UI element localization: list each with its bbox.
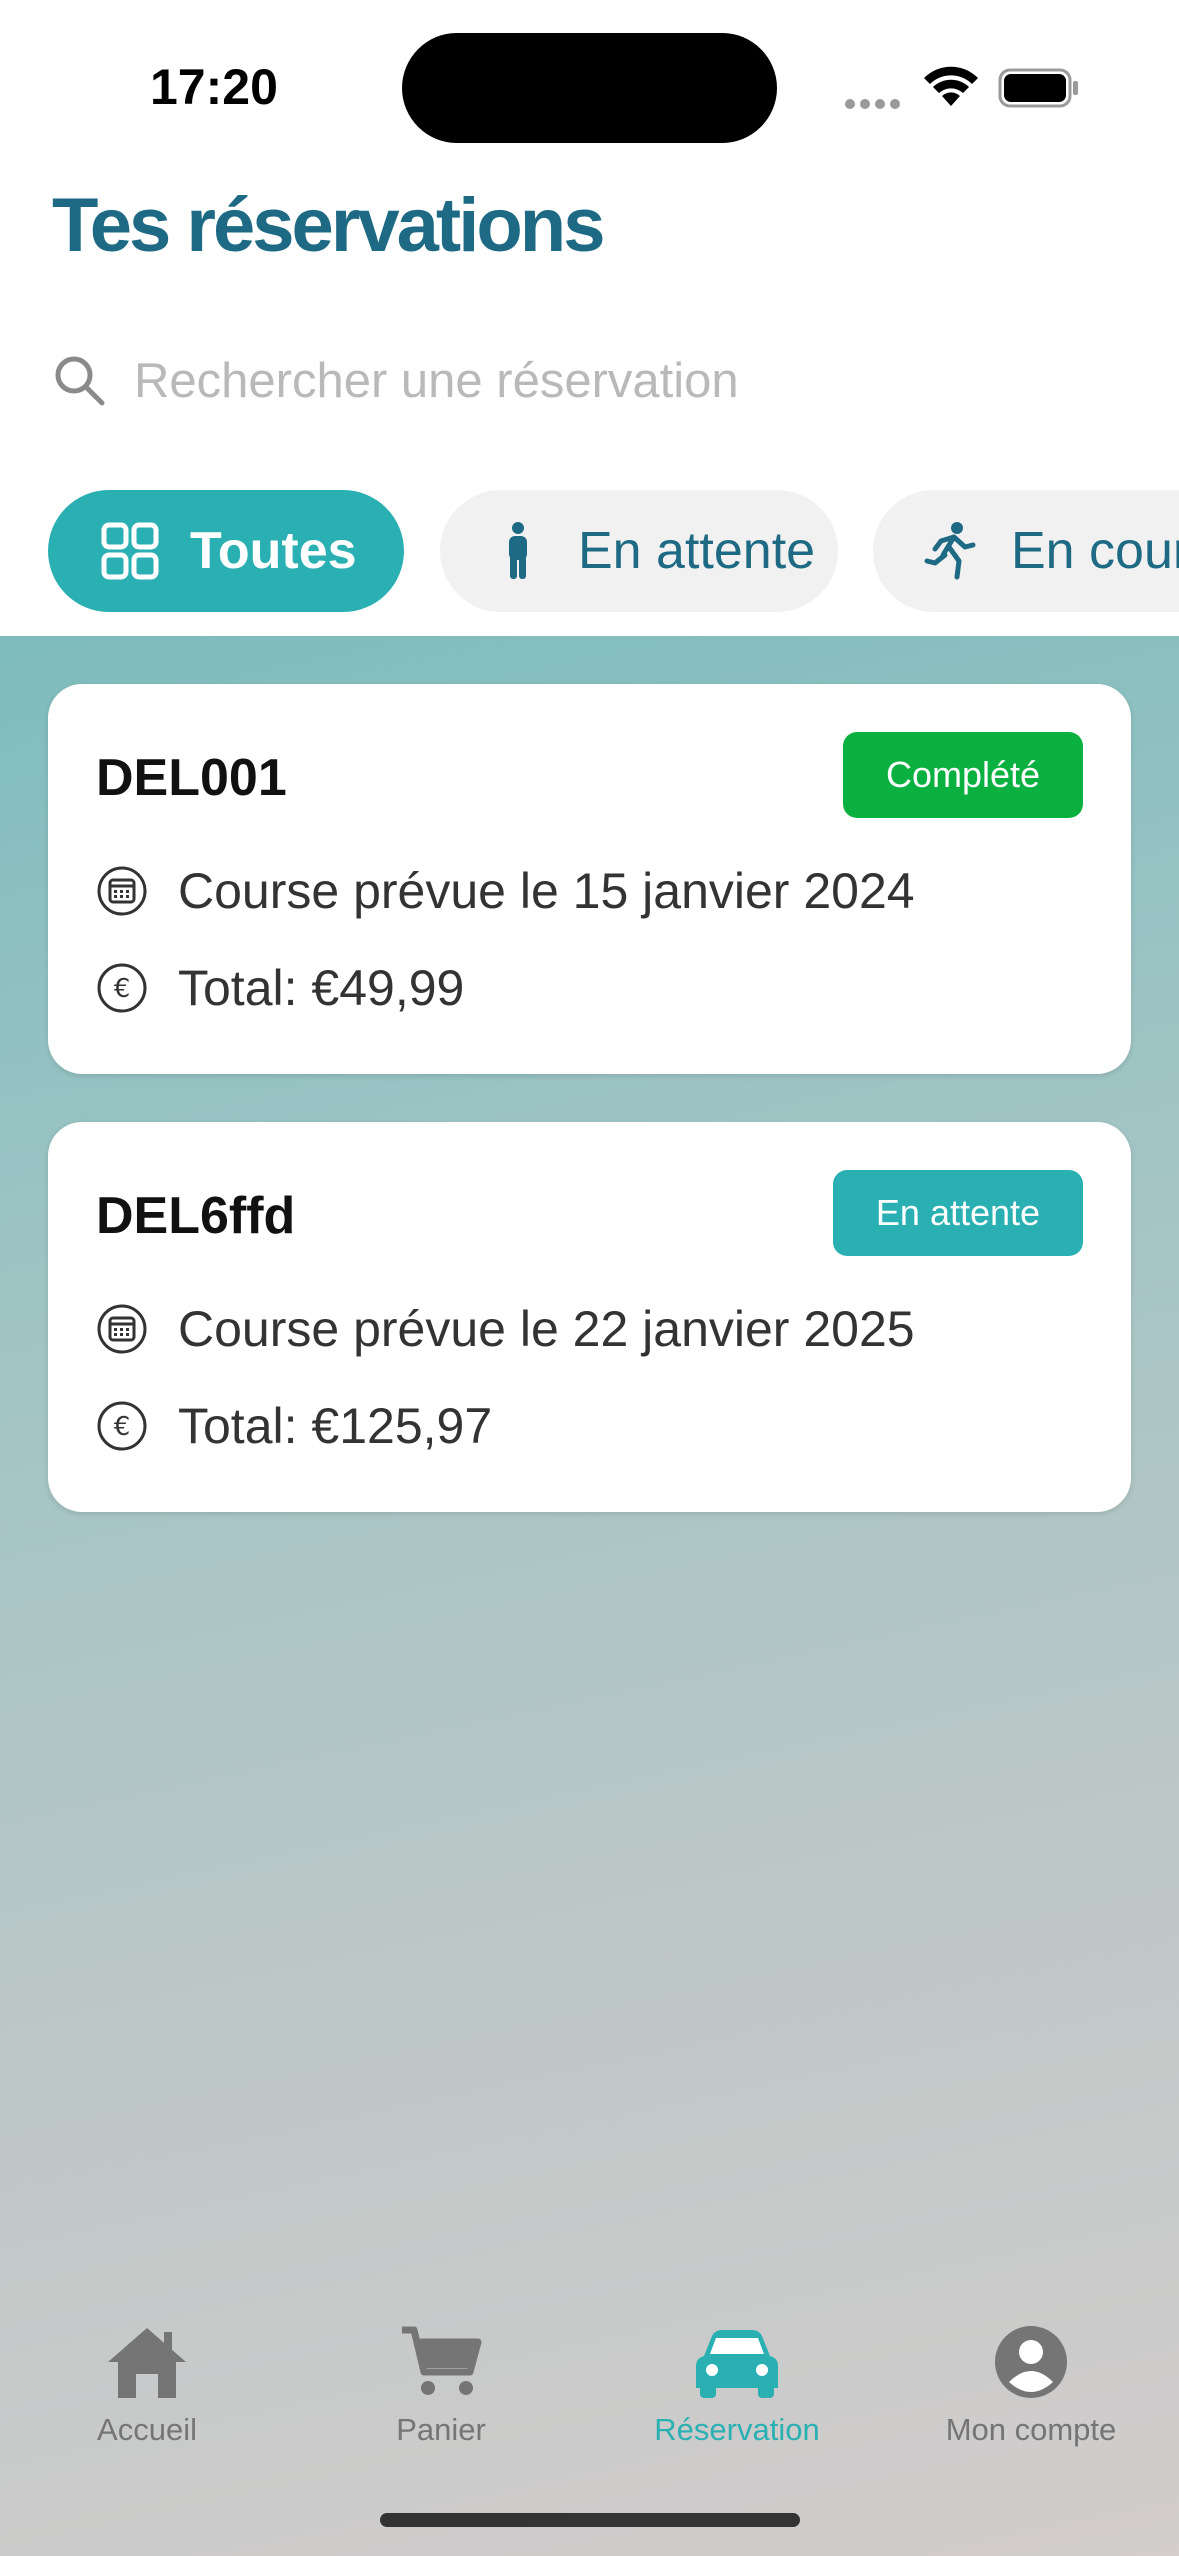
calendar-icon — [97, 1304, 147, 1354]
status-time: 17:20 — [150, 59, 278, 115]
status-bar: 17:20 — [0, 0, 1179, 170]
reservation-total: Total: €49,99 — [178, 960, 465, 1016]
filter-chip-label: En attente — [578, 522, 816, 580]
euro-icon: € — [97, 1401, 147, 1451]
reservation-id: DEL6ffd — [96, 1187, 296, 1245]
wifi-icon — [924, 66, 978, 106]
search-icon — [55, 356, 105, 406]
cart-icon — [402, 2326, 482, 2395]
filter-chip-all[interactable]: Toutes — [48, 490, 404, 612]
filter-chip-label: En cours — [1011, 522, 1179, 580]
tab-bar: Accueil Panier Réservation Mon compte — [0, 2300, 1179, 2500]
reservation-date-row: Course prévue le 22 janvier 2025 — [96, 1300, 915, 1358]
reservation-card[interactable]: DEL6ffd En attente Course prévue le 22 j… — [48, 1122, 1131, 1512]
reservations-list: DEL001 Complété Course prévue le 15 janv… — [0, 636, 1179, 2556]
person-standing-icon — [509, 522, 527, 579]
battery-icon — [998, 68, 1078, 108]
reservation-id: DEL001 — [96, 749, 287, 807]
tab-label: Mon compte — [945, 2412, 1117, 2447]
euro-icon: € — [97, 963, 147, 1013]
car-icon — [696, 2330, 778, 2398]
reservation-total-row: € Total: €49,99 — [96, 959, 464, 1017]
tab-account[interactable]: Mon compte — [886, 2322, 1176, 2448]
svg-text:€: € — [114, 1412, 131, 1442]
person-running-icon — [924, 522, 976, 580]
tab-reservation[interactable]: Réservation — [592, 2322, 882, 2448]
search-input[interactable] — [132, 345, 1116, 417]
svg-text:€: € — [114, 974, 131, 1004]
tab-label: Panier — [396, 2412, 486, 2447]
reservation-card[interactable]: DEL001 Complété Course prévue le 15 janv… — [48, 684, 1131, 1074]
reservation-date: Course prévue le 15 janvier 2024 — [178, 863, 915, 919]
reservation-total: Total: €125,97 — [178, 1398, 493, 1454]
status-badge: En attente — [833, 1170, 1083, 1256]
grid-icon — [101, 522, 159, 580]
reservation-date: Course prévue le 22 janvier 2025 — [178, 1301, 915, 1357]
reservation-date-row: Course prévue le 15 janvier 2024 — [96, 862, 915, 920]
tab-label: Accueil — [97, 2412, 197, 2447]
signal-icon — [845, 96, 905, 114]
filter-chips: Toutes En attente En cours — [0, 490, 1179, 614]
page-title: Tes réservations — [52, 183, 605, 268]
calendar-icon — [97, 866, 147, 916]
filter-chip-label: Toutes — [190, 522, 357, 580]
home-icon — [108, 2328, 186, 2398]
search-bar[interactable] — [52, 345, 1132, 417]
dynamic-island — [402, 33, 777, 143]
filter-chip-waiting[interactable]: En attente — [440, 490, 838, 612]
account-icon — [995, 2326, 1067, 2398]
tab-label: Réservation — [654, 2412, 820, 2447]
home-indicator[interactable] — [380, 2513, 800, 2527]
tab-cart[interactable]: Panier — [296, 2322, 586, 2448]
reservation-total-row: € Total: €125,97 — [96, 1397, 492, 1455]
tab-home[interactable]: Accueil — [2, 2322, 292, 2448]
filter-chip-in-progress[interactable]: En cours — [873, 490, 1179, 612]
status-badge: Complété — [843, 732, 1083, 818]
